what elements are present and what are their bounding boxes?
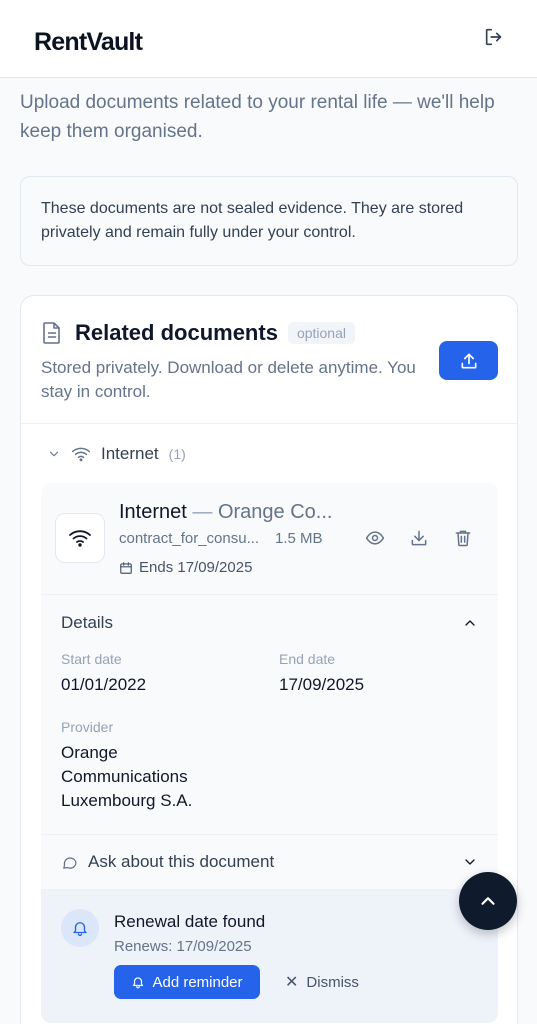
details-toggle[interactable]: Details <box>61 613 478 633</box>
provider-line: Orange <box>61 743 118 762</box>
download-button[interactable] <box>408 527 430 549</box>
document-type-icon-box <box>55 513 105 563</box>
file-name: contract_for_consu... <box>119 530 260 547</box>
provider-line: Communications <box>61 767 188 786</box>
logout-button[interactable] <box>481 24 507 50</box>
group-toggle-internet[interactable]: Internet (1) <box>47 444 186 464</box>
document-title: Internet — Orange Co... <box>119 501 332 524</box>
chevron-down-icon <box>49 451 59 457</box>
document-item: Internet — Orange Co... contract_for_con… <box>41 483 498 1023</box>
upload-button[interactable] <box>439 341 498 380</box>
ends-text: Ends 17/09/2025 <box>139 559 253 576</box>
card-title: Related documents <box>75 320 278 345</box>
details-section: Details Start date 01/01/2022 End date 1… <box>41 595 498 835</box>
provider-label: Provider <box>61 719 114 735</box>
bell-icon <box>73 922 87 937</box>
chevron-up-icon <box>465 620 475 626</box>
end-date-value: 17/09/2025 <box>279 675 365 694</box>
top-bar: RentVault <box>0 0 537 78</box>
document-summary: Internet — Orange Co... contract_for_con… <box>41 483 498 595</box>
end-date-label: End date <box>279 651 336 667</box>
end-date-label: Ends 17/09/2025 <box>119 559 252 576</box>
page-intro: Upload documents related to your rental … <box>20 92 495 142</box>
document-provider-short: Orange Co... <box>217 501 333 523</box>
download-icon <box>411 530 427 546</box>
bell-icon-circle <box>61 909 99 947</box>
chevron-up-icon <box>481 897 495 905</box>
close-icon: ✕ <box>285 974 299 991</box>
provider-line: Luxembourg S.A. <box>61 791 193 810</box>
start-date-value: 01/01/2022 <box>61 675 147 694</box>
bell-icon <box>133 977 144 989</box>
related-documents-card: Related documents optional Stored privat… <box>20 295 518 1024</box>
reminder-title: Renewal date found <box>114 912 266 931</box>
logout-icon <box>485 28 502 45</box>
chevron-down-icon <box>465 859 475 865</box>
trash-icon <box>455 530 471 547</box>
group-label: Internet <box>101 444 159 463</box>
upload-icon <box>461 353 476 368</box>
optional-badge: optional <box>287 322 355 344</box>
start-date-label: Start date <box>61 651 122 667</box>
reminder-subtitle: Renews: 17/09/2025 <box>114 938 252 955</box>
ask-label: Ask about this document <box>88 852 275 871</box>
add-reminder-button[interactable]: Add reminder <box>114 965 260 999</box>
view-button[interactable] <box>364 527 386 549</box>
card-subtitle: Stored privately. Download or delete any… <box>41 358 416 401</box>
wifi-icon <box>71 447 91 462</box>
renewal-reminder-panel: Renewal date found Renews: 17/09/2025 Ad… <box>41 889 498 1023</box>
dismiss-label: Dismiss <box>306 973 359 991</box>
dismiss-button[interactable]: ✕ Dismiss <box>285 965 359 999</box>
group-count: (1) <box>168 446 186 462</box>
ask-about-document-toggle[interactable]: Ask about this document <box>41 835 498 889</box>
privacy-notice: These documents are not sealed evidence.… <box>20 176 518 266</box>
title-separator: — <box>192 501 213 523</box>
chat-icon <box>63 856 77 869</box>
wifi-icon <box>69 530 91 547</box>
provider-value: Orange Communications Luxembourg S.A. <box>61 741 192 813</box>
delete-button[interactable] <box>452 527 474 549</box>
details-title: Details <box>61 613 113 632</box>
app-logo[interactable]: RentVault <box>34 28 143 57</box>
scroll-to-top-button[interactable] <box>459 872 517 930</box>
file-size: 1.5 MB <box>275 530 323 547</box>
document-category: Internet <box>119 501 187 523</box>
calendar-icon <box>120 561 132 574</box>
document-icon <box>43 322 60 344</box>
add-reminder-label: Add reminder <box>152 973 243 991</box>
eye-icon <box>365 531 385 545</box>
card-header: Related documents optional Stored privat… <box>21 296 517 424</box>
